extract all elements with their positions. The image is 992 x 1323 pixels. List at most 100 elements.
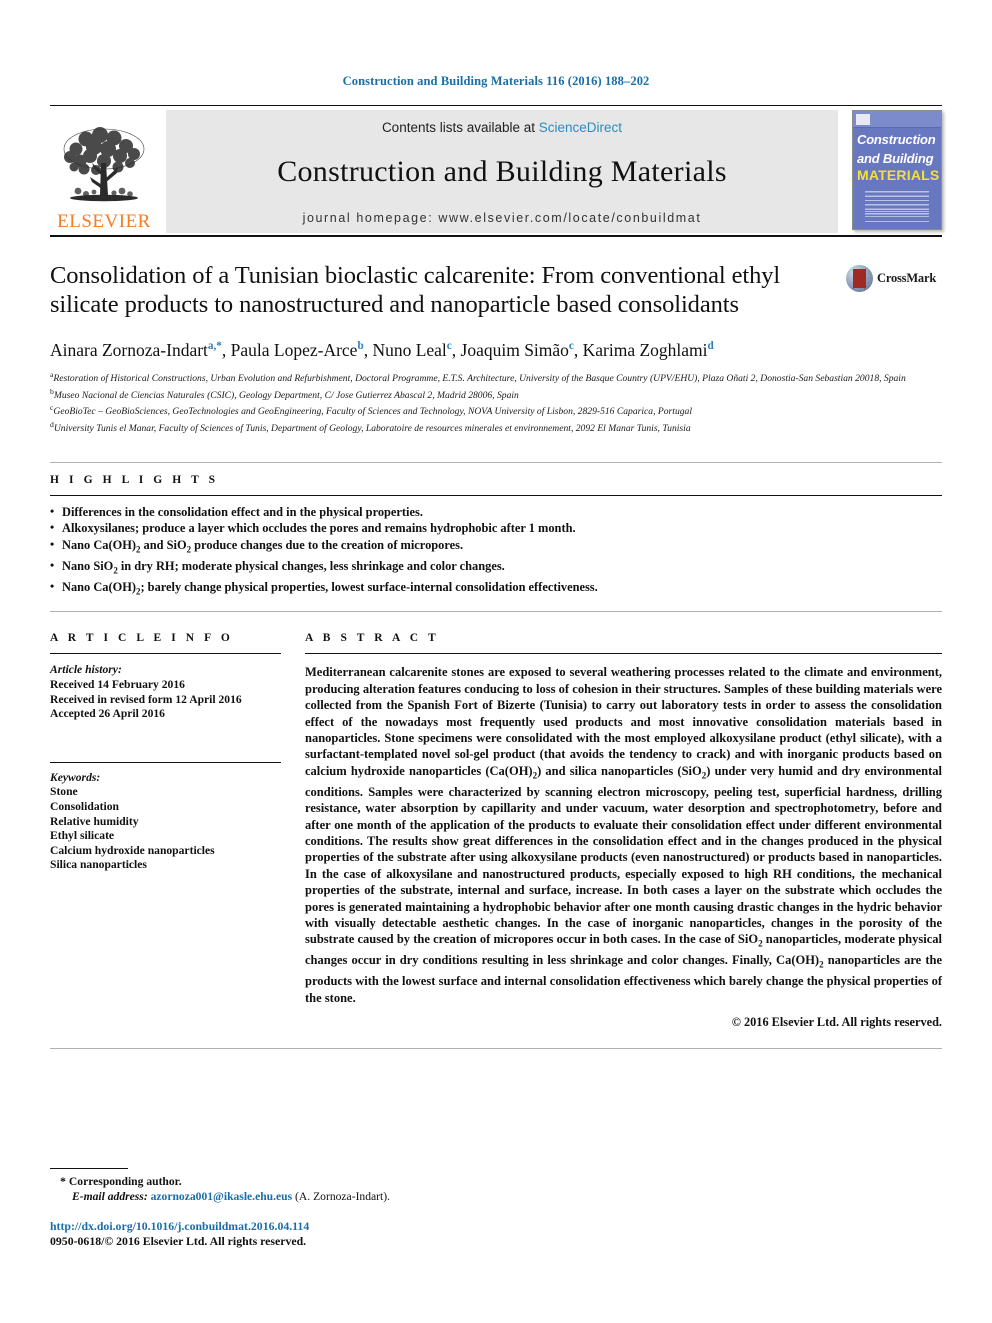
email-label: E-mail address: [72, 1190, 148, 1203]
abstract-copyright: © 2016 Elsevier Ltd. All rights reserved… [731, 1015, 942, 1030]
author-name: Paula Lopez-Arce [230, 339, 358, 360]
article-info-heading: A R T I C L E I N F O [50, 632, 234, 645]
author-affiliation-mark: b [357, 340, 364, 352]
author-affiliation-mark: c [446, 340, 452, 352]
author-name: Karima Zoghlami [582, 339, 708, 360]
keyword-item: Stone [50, 785, 78, 799]
history-received: Received 14 February 2016 [50, 677, 185, 691]
abstract-paragraph: Mediterranean calcarenite stones are exp… [305, 665, 942, 1005]
affiliation-c: cGeoBioTec – GeoBioSciences, GeoTechnolo… [50, 402, 942, 419]
abstract-body: Mediterranean calcarenite stones are exp… [305, 664, 942, 1006]
article-history-block: Article history: Received 14 February 20… [50, 663, 281, 721]
doi-link[interactable]: http://dx.doi.org/10.1016/j.conbuildmat.… [50, 1219, 942, 1234]
cover-footer-text [865, 211, 929, 223]
sciencedirect-link[interactable]: ScienceDirect [539, 120, 622, 135]
cover-title-line2: and Building [857, 151, 934, 166]
masthead-divider [50, 235, 942, 237]
author-name: Nuno Leal [372, 339, 447, 360]
journal-homepage-link[interactable]: journal homepage: www.elsevier.com/locat… [166, 211, 838, 225]
elsevier-wordmark: ELSEVIER [57, 211, 151, 232]
affiliation-text: University Tunis el Manar, Faculty of Sc… [53, 423, 691, 435]
affiliation-text: GeoBioTec – GeoBioSciences, GeoTechnolog… [53, 406, 693, 418]
email-link[interactable]: azornoza001@ikasle.ehu.eus [151, 1190, 293, 1203]
cover-image: Construction and Building MATERIALS [852, 110, 942, 230]
highlights-list: Differences in the consolidation effect … [50, 503, 942, 600]
highlights-heading: H I G H L I G H T S [50, 473, 219, 486]
crossmark-ribbon-icon [853, 269, 866, 289]
corresponding-author-mark: * [60, 1174, 66, 1188]
footnote-rule [50, 1168, 128, 1169]
author-4[interactable]: Karima Zoghlamid [583, 340, 714, 360]
affiliation-d: dUniversity Tunis el Manar, Faculty of S… [50, 419, 942, 436]
title-block: Consolidation of a Tunisian bioclastic c… [50, 261, 942, 319]
author-affiliation-mark: d [707, 340, 714, 352]
email-note: E-mail address: azornoza001@ikasle.ehu.e… [50, 1189, 942, 1204]
list-item: Nano SiO2 in dry RH; moderate physical c… [50, 557, 942, 579]
author-affiliation-mark: c [568, 340, 574, 352]
journal-band: Contents lists available at ScienceDirec… [166, 110, 838, 233]
crossmark-badge[interactable]: CrossMark [846, 261, 942, 292]
affiliation-list: aRestoration of Historical Constructions… [50, 369, 942, 436]
affiliation-text: Museo Nacional de Ciencias Naturales (CS… [53, 389, 519, 401]
info-abstract-row: A R T I C L E I N F O Article history: R… [50, 632, 942, 1030]
crossmark-icon [846, 265, 873, 292]
journal-cover-thumbnail: Construction and Building MATERIALS [846, 110, 942, 233]
affiliation-a: aRestoration of Historical Constructions… [50, 369, 942, 386]
article-history-title: Article history: [50, 663, 122, 677]
list-item: Differences in the consolidation effect … [50, 503, 942, 520]
keyword-item: Consolidation [50, 799, 119, 813]
title-text-wrap: Consolidation of a Tunisian bioclastic c… [50, 261, 846, 319]
keyword-item: Calcium hydroxide nanoparticles [50, 843, 215, 857]
affiliation-b: bMuseo Nacional de Ciencias Naturales (C… [50, 386, 942, 403]
cover-topbar [853, 111, 941, 128]
article-first-page: Construction and Building Materials 116 … [0, 0, 992, 1323]
page-title: Consolidation of a Tunisian bioclastic c… [50, 262, 781, 318]
article-info-column: A R T I C L E I N F O Article history: R… [50, 632, 305, 873]
keywords-title: Keywords: [50, 770, 101, 784]
cover-title-line1: Construction [857, 132, 936, 147]
highlights-bottom-divider [50, 611, 942, 613]
abstract-heading: A B S T R A C T [305, 632, 440, 645]
affiliation-text: Restoration of Historical Constructions,… [53, 373, 906, 385]
keyword-item: Silica nanoparticles [50, 858, 147, 872]
corresponding-author-label: Corresponding author. [68, 1175, 182, 1188]
running-head: Construction and Building Materials 116 … [342, 74, 650, 88]
author-name: Ainara Zornoza-Indart [50, 339, 208, 360]
author-name: Joaquim Simão [460, 339, 569, 360]
abstract-column: A B S T R A C T Mediterranean calcarenit… [305, 632, 942, 1030]
keywords-block: Keywords: Stone Consolidation Relative h… [50, 771, 281, 873]
elsevier-tree-icon [63, 127, 145, 202]
highlights-section: H I G H L I G H T S Differences in the c… [50, 461, 942, 613]
page-footer: * Corresponding author. E-mail address: … [50, 1168, 942, 1249]
article-info-divider [50, 653, 281, 655]
email-owner: (A. Zornoza-Indart). [295, 1190, 391, 1203]
history-revised: Received in revised form 12 April 2016 [50, 692, 242, 706]
abstract-bottom-divider [50, 1048, 942, 1050]
keyword-item: Relative humidity [50, 814, 139, 828]
author-3[interactable]: Joaquim Simãoc [461, 340, 574, 360]
contents-prefix: Contents lists available at [381, 120, 539, 135]
corresponding-author-note: * Corresponding author. [50, 1174, 942, 1189]
list-item: Nano Ca(OH)2; barely change physical pro… [50, 578, 942, 600]
history-accepted: Accepted 26 April 2016 [50, 707, 165, 721]
highlights-heading-divider [50, 494, 942, 496]
author-2[interactable]: Nuno Lealc [372, 340, 451, 360]
header-divider [50, 105, 942, 106]
contents-available-line: Contents lists available at ScienceDirec… [166, 120, 838, 135]
keywords-divider [50, 761, 281, 763]
author-0[interactable]: Ainara Zornoza-Indarta,* [50, 340, 222, 360]
keyword-item: Ethyl silicate [50, 829, 115, 843]
cover-elsevier-mark-icon [856, 113, 870, 125]
author-1[interactable]: Paula Lopez-Arceb [231, 340, 364, 360]
author-list: Ainara Zornoza-Indarta,*, Paula Lopez-Ar… [50, 339, 714, 360]
journal-title: Construction and Building Materials [277, 155, 727, 188]
journal-masthead: ELSEVIER Contents lists available at Sci… [50, 110, 942, 233]
crossmark-label: CrossMark [877, 271, 937, 285]
issn-copyright-line: 0950-0618/© 2016 Elsevier Ltd. All right… [50, 1234, 307, 1248]
elsevier-logo: ELSEVIER [50, 110, 158, 233]
list-item: Nano Ca(OH)2 and SiO2 produce changes du… [50, 536, 942, 558]
cover-title-line3: MATERIALS [857, 167, 940, 183]
author-affiliation-mark: a,* [207, 340, 222, 352]
abstract-divider [305, 653, 942, 655]
list-item: Alkoxysilanes; produce a layer which occ… [50, 519, 942, 536]
